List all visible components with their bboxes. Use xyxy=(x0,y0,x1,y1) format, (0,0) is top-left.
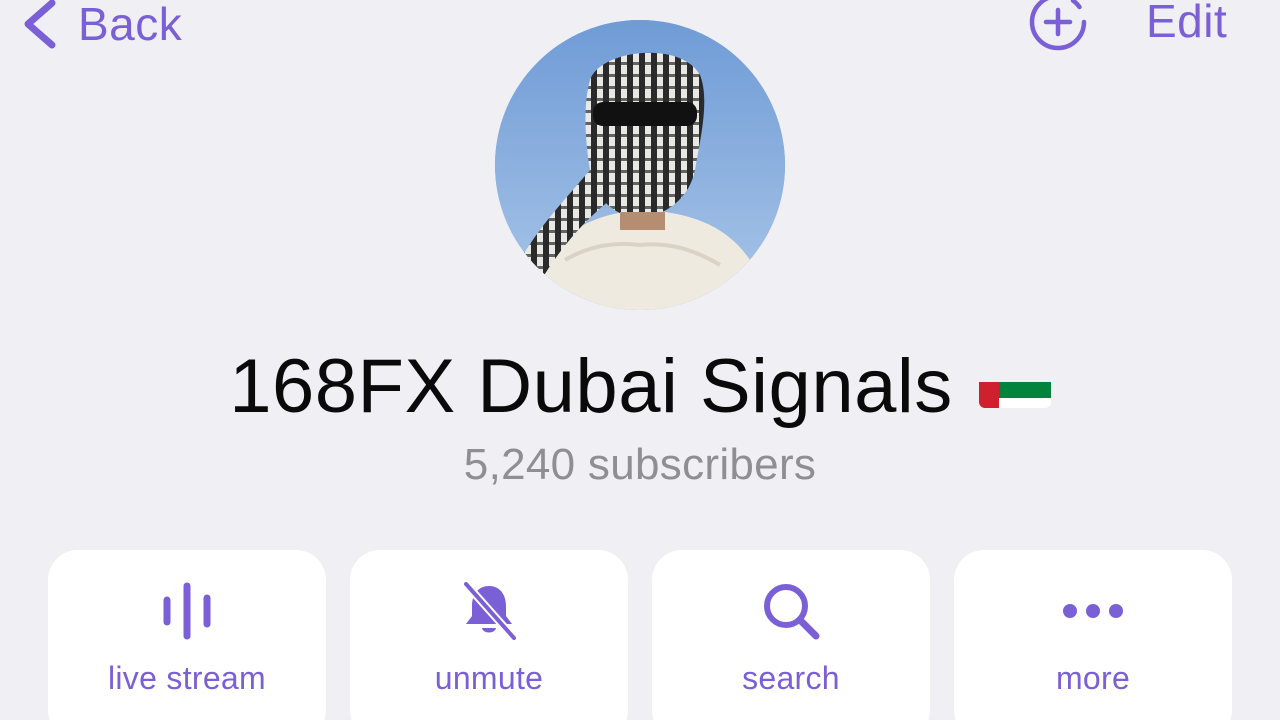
back-button[interactable]: Back xyxy=(18,0,182,56)
live-stream-icon xyxy=(163,582,211,640)
unmute-label: unmute xyxy=(434,660,544,696)
chevron-left-icon xyxy=(24,0,56,49)
search-label: search xyxy=(742,660,840,696)
channel-name: 168FX Dubai Signals xyxy=(229,344,953,429)
muted-bell-icon xyxy=(462,580,518,642)
subscriber-count: 5,240 subscribers xyxy=(463,440,817,489)
live-stream-button[interactable]: live stream xyxy=(48,550,326,720)
uae-flag-icon xyxy=(978,360,1051,408)
action-bar: live stream unmute search more xyxy=(48,550,1234,720)
add-circle-icon[interactable] xyxy=(1028,0,1088,52)
search-button[interactable]: search xyxy=(652,550,930,720)
avatar-image xyxy=(495,20,785,310)
channel-info-screen: Back Edit 168FX Dubai Signals 5,240 subs… xyxy=(0,0,1280,720)
search-icon xyxy=(764,584,820,640)
more-icon xyxy=(1063,604,1123,618)
live-stream-label: live stream xyxy=(107,660,266,696)
channel-avatar[interactable] xyxy=(495,20,785,310)
unmute-button[interactable]: unmute xyxy=(350,550,628,720)
more-button[interactable]: more xyxy=(954,550,1232,720)
more-label: more xyxy=(1055,660,1131,696)
edit-button[interactable]: Edit xyxy=(1146,0,1227,48)
back-label: Back xyxy=(78,0,183,50)
channel-title: 168FX Dubai Signals xyxy=(0,342,1280,432)
